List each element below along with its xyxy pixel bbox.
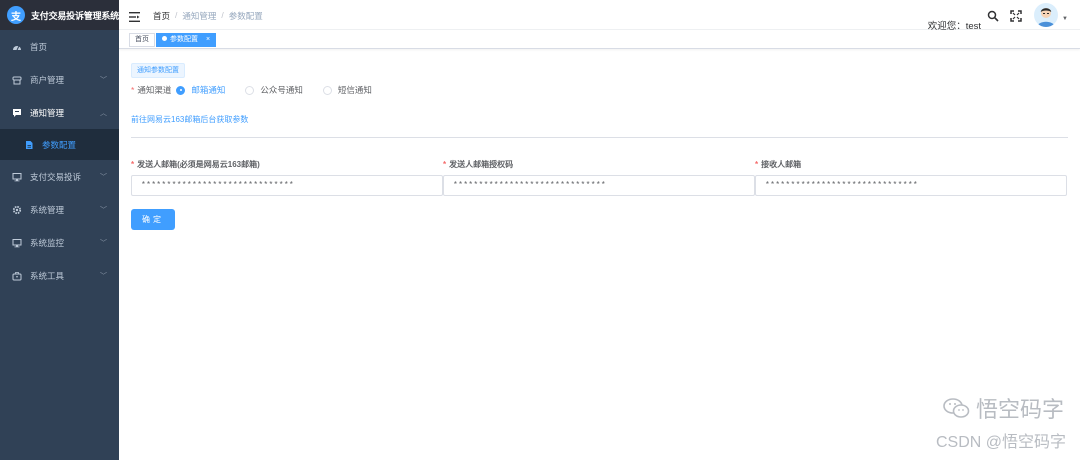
toolbox-icon (12, 271, 22, 281)
notification-channel-row: * 通知渠道 邮箱通知 公众号通知 短信通知 (131, 84, 372, 96)
caret-down-icon[interactable]: ▼ (1062, 16, 1068, 22)
dashboard-icon (12, 42, 22, 52)
sidebar-item-label: 首页 (30, 41, 48, 52)
sidebar-item-monitor[interactable]: 系统监控 ﹀ (0, 226, 119, 259)
gear-icon (12, 205, 22, 215)
sidebar-item-label: 系统管理 (30, 204, 65, 215)
logo-icon: 支 (7, 6, 25, 24)
sidebar-item-merchant[interactable]: 商户管理 ﹀ (0, 63, 119, 96)
radio-official-account[interactable]: 公众号通知 (245, 84, 303, 96)
sidebar-item-notification[interactable]: 通知管理 ︿ (0, 96, 119, 129)
tags-view: 首页 参数配置 × (119, 30, 1080, 49)
receiver-email-input[interactable]: ****************************** (755, 175, 1067, 196)
avatar[interactable] (1034, 3, 1058, 27)
top-header: 首页 / 通知管理 / 参数配置 欢迎您：test ▼ (119, 0, 1080, 32)
watermark-csdn: CSDN @悟空码字 (935, 434, 1066, 451)
message-icon (12, 108, 22, 118)
search-icon[interactable] (987, 9, 999, 22)
sender-auth-code-label: * 发送人邮箱授权码 (443, 159, 513, 170)
chevron-down-icon: ﹀ (100, 173, 107, 181)
sidebar-item-tools[interactable]: 系统工具 ﹀ (0, 259, 119, 292)
tag-home[interactable]: 首页 (129, 33, 155, 47)
breadcrumb-separator: / (175, 10, 178, 20)
watermark-text: 悟空码字 (975, 397, 1064, 422)
sidebar-item-param-config[interactable]: 参数配置 (0, 129, 119, 160)
divider (131, 137, 1068, 138)
radio-email[interactable]: 邮箱通知 (176, 84, 225, 96)
breadcrumb-separator: / (221, 10, 224, 20)
tag-param-config[interactable]: 参数配置 × (156, 33, 217, 47)
field-label-text: 发送人邮箱授权码 (449, 160, 514, 169)
merchant-icon (12, 75, 22, 85)
radio-label: 邮箱通知 (191, 85, 226, 95)
radio-circle (245, 85, 255, 95)
sidebar-item-label: 系统工具 (30, 270, 65, 281)
monitor-icon (12, 172, 22, 182)
breadcrumb: 首页 / 通知管理 / 参数配置 (153, 10, 263, 22)
chevron-down-icon: ﹀ (100, 239, 107, 247)
field-label-text: 接收人邮箱 (761, 160, 802, 169)
chevron-down-icon: ﹀ (100, 272, 107, 280)
tag-label: 参数配置 (170, 36, 198, 43)
sidebar-item-label: 支付交易投诉 (30, 171, 82, 182)
field-label-text: 发送人邮箱(必须是网易云163邮箱) (137, 160, 260, 169)
app-title: 支付交易投诉管理系统 (30, 10, 119, 21)
radio-label: 公众号通知 (260, 85, 303, 95)
radio-circle (322, 85, 332, 95)
get-params-link[interactable]: 前往网易云163邮箱后台获取参数 (131, 114, 248, 125)
wechat-icon (942, 397, 970, 419)
sidebar-item-home[interactable]: 首页 (0, 30, 119, 63)
breadcrumb-notification[interactable]: 通知管理 (182, 10, 216, 22)
hamburger-icon[interactable] (129, 9, 140, 22)
radio-label: 短信通知 (337, 85, 372, 95)
chevron-up-icon: ︿ (100, 109, 107, 117)
required-mark: * (131, 85, 135, 95)
required-mark: * (755, 160, 759, 169)
sender-email-label: * 发送人邮箱(必须是网易云163邮箱) (131, 159, 260, 170)
main-content: 通知参数配置 * 通知渠道 邮箱通知 公众号通知 短信通知 前往网易云163邮箱… (119, 50, 1080, 460)
breadcrumb-current: 参数配置 (228, 11, 263, 21)
sidebar-item-label: 参数配置 (42, 139, 77, 150)
channel-label: 通知渠道 (137, 85, 172, 95)
confirm-button[interactable]: 确定 (131, 209, 175, 230)
chevron-down-icon: ﹀ (100, 206, 107, 214)
sidebar: 支 支付交易投诉管理系统 首页 商户管理 ﹀ 通知管理 ︿ 参数配置 支付交易投… (0, 0, 119, 460)
close-icon[interactable]: × (206, 36, 210, 43)
required-mark: * (131, 160, 135, 169)
watermark: 悟空码字 (942, 392, 1064, 424)
breadcrumb-home[interactable]: 首页 (153, 10, 170, 22)
monitor-icon (12, 238, 22, 248)
sidebar-item-label: 系统监控 (30, 237, 65, 248)
sidebar-item-label: 商户管理 (30, 74, 65, 85)
radio-circle (176, 85, 186, 95)
section-tag: 通知参数配置 (131, 63, 185, 78)
logo[interactable]: 支 支付交易投诉管理系统 (0, 0, 119, 30)
document-icon (24, 140, 34, 150)
sidebar-item-label: 通知管理 (30, 107, 65, 118)
active-dot (162, 36, 167, 41)
sidebar-item-system[interactable]: 系统管理 ﹀ (0, 193, 119, 226)
sender-email-input[interactable]: ****************************** (131, 175, 443, 196)
fullscreen-icon[interactable] (1010, 9, 1022, 22)
sender-auth-code-input[interactable]: ****************************** (443, 175, 755, 196)
chevron-down-icon: ﹀ (100, 76, 107, 84)
sidebar-item-complaint[interactable]: 支付交易投诉 ﹀ (0, 160, 119, 193)
radio-sms[interactable]: 短信通知 (322, 84, 372, 96)
receiver-email-label: * 接收人邮箱 (755, 159, 801, 170)
required-mark: * (443, 160, 447, 169)
